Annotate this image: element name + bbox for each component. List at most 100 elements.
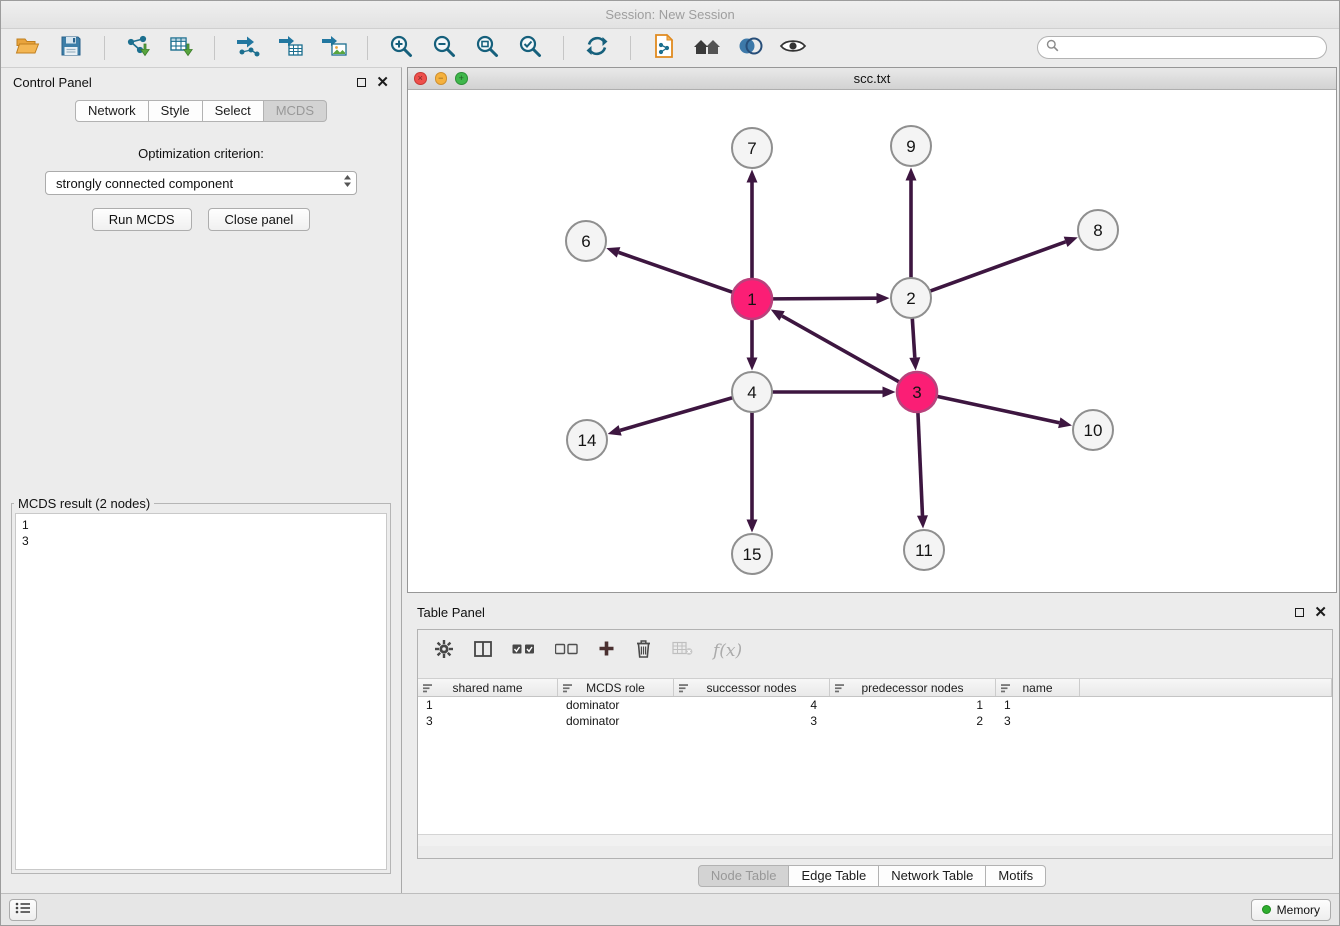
tab-network-table[interactable]: Network Table	[879, 865, 986, 887]
select-all-columns-button[interactable]	[512, 642, 535, 660]
tab-edge-table[interactable]: Edge Table	[789, 865, 879, 887]
table-cell[interactable]: 3	[674, 713, 830, 729]
delete-column-button[interactable]	[635, 639, 652, 663]
column-header-mcds-role[interactable]: MCDS role	[558, 679, 674, 696]
tab-node-table[interactable]: Node Table	[698, 865, 790, 887]
delete-table-icon	[672, 641, 693, 661]
graph-edge-3-1[interactable]	[782, 316, 900, 382]
control-panel-title: Control Panel	[13, 75, 357, 90]
show-panels-button[interactable]	[9, 899, 37, 921]
network-analyzer-button[interactable]	[690, 33, 724, 63]
export-table-button[interactable]	[274, 33, 308, 63]
column-header-label: name	[1022, 681, 1052, 695]
graph-node-label: 3	[912, 383, 921, 402]
function-builder-button[interactable]: f(x)	[713, 641, 742, 661]
graph-node-label: 8	[1093, 221, 1102, 240]
graph-edge-1-6[interactable]	[619, 252, 734, 292]
status-bar: Memory	[1, 893, 1339, 925]
optimization-dropdown[interactable]: strongly connected component	[45, 171, 357, 195]
float-panel-icon[interactable]	[357, 78, 366, 87]
column-header-successor-nodes[interactable]: successor nodes	[674, 679, 830, 696]
copy-network-icon	[652, 33, 676, 64]
export-network-button[interactable]	[231, 33, 265, 63]
style-button[interactable]	[733, 33, 767, 63]
tab-network[interactable]: Network	[75, 100, 149, 122]
edge-arrowhead	[906, 168, 917, 181]
open-folder-icon	[15, 35, 41, 62]
run-mcds-button[interactable]: Run MCDS	[92, 208, 192, 231]
table-cell[interactable]: dominator	[558, 713, 674, 729]
zoom-in-button[interactable]	[384, 33, 418, 63]
table-toolbar: f(x)	[418, 630, 1332, 672]
table-settings-button[interactable]	[434, 639, 454, 664]
control-panel-tabs: NetworkStyleSelectMCDS	[1, 100, 401, 122]
main-toolbar	[1, 29, 1339, 67]
column-header-predecessor-nodes[interactable]: predecessor nodes	[830, 679, 996, 696]
table-cell[interactable]: 3	[996, 713, 1080, 729]
graph-edge-2-8[interactable]	[930, 242, 1066, 291]
close-panel-icon[interactable]: ✕	[376, 78, 389, 87]
checked-boxes-icon	[512, 642, 535, 660]
delete-table-button[interactable]	[672, 641, 693, 661]
table-cell[interactable]: 2	[830, 713, 996, 729]
result-item[interactable]: 3	[22, 533, 380, 549]
float-table-panel-icon[interactable]	[1295, 608, 1304, 617]
table-cell[interactable]: 1	[996, 697, 1080, 713]
show-column-panel-button[interactable]	[474, 641, 492, 662]
tab-style[interactable]: Style	[149, 100, 203, 122]
sort-icon	[1001, 683, 1012, 694]
window-titlebar[interactable]: Session: New Session	[1, 1, 1339, 29]
search-field[interactable]	[1037, 36, 1327, 59]
table-cell[interactable]: dominator	[558, 697, 674, 713]
mcds-result-group: MCDS result (2 nodes) 13	[11, 496, 391, 874]
table-row[interactable]: 1dominator411	[418, 697, 1332, 713]
table-horizontal-scrollbar[interactable]	[418, 834, 1332, 846]
column-header-label: successor nodes	[706, 681, 796, 695]
copy-network-button[interactable]	[647, 33, 681, 63]
edge-arrowhead	[917, 515, 928, 528]
dropdown-value: strongly connected component	[56, 176, 343, 191]
node-table: shared name MCDS role successor nodes prede…	[418, 678, 1332, 846]
create-column-button[interactable]	[598, 640, 615, 662]
network-window-titlebar[interactable]: scc.txt × − +	[408, 68, 1336, 90]
table-tabs: Node TableEdge TableNetwork TableMotifs	[407, 865, 1337, 887]
refresh-layout-button[interactable]	[580, 33, 614, 63]
style-venn-icon	[737, 35, 763, 62]
search-input[interactable]	[1064, 38, 1326, 57]
edge-arrowhead	[608, 425, 622, 436]
column-header-label: shared name	[452, 681, 522, 695]
graph-edge-4-14[interactable]	[620, 398, 733, 431]
table-cell[interactable]: 4	[674, 697, 830, 713]
result-item[interactable]: 1	[22, 517, 380, 533]
table-cell[interactable]: 3	[418, 713, 558, 729]
unselect-all-columns-button[interactable]	[555, 642, 578, 660]
zoom-out-button[interactable]	[427, 33, 461, 63]
show-hide-button[interactable]	[776, 33, 810, 63]
open-session-button[interactable]	[11, 33, 45, 63]
mcds-result-list[interactable]: 13	[15, 513, 387, 870]
column-header-name[interactable]: name	[996, 679, 1080, 696]
graph-edge-3-10[interactable]	[937, 396, 1060, 422]
export-image-button[interactable]	[317, 33, 351, 63]
import-table-icon	[168, 34, 194, 63]
table-row[interactable]: 3dominator323	[418, 713, 1332, 729]
memory-button[interactable]: Memory	[1251, 899, 1331, 921]
graph-edge-3-11[interactable]	[918, 412, 923, 516]
graph-edge-2-3[interactable]	[912, 318, 915, 358]
zoom-selected-button[interactable]	[513, 33, 547, 63]
graph-edge-1-2[interactable]	[772, 298, 877, 299]
zoom-fit-button[interactable]	[470, 33, 504, 63]
network-canvas[interactable]: 7968124310141511	[408, 90, 1336, 592]
table-cell[interactable]: 1	[830, 697, 996, 713]
close-table-panel-icon[interactable]: ✕	[1314, 608, 1327, 617]
column-header-shared-name[interactable]: shared name	[418, 679, 558, 696]
unchecked-boxes-icon	[555, 642, 578, 660]
tab-mcds[interactable]: MCDS	[264, 100, 327, 122]
import-table-button[interactable]	[164, 33, 198, 63]
tab-motifs[interactable]: Motifs	[986, 865, 1046, 887]
import-network-button[interactable]	[121, 33, 155, 63]
table-cell[interactable]: 1	[418, 697, 558, 713]
save-session-button[interactable]	[54, 33, 88, 63]
tab-select[interactable]: Select	[203, 100, 264, 122]
close-panel-button[interactable]: Close panel	[208, 208, 311, 231]
